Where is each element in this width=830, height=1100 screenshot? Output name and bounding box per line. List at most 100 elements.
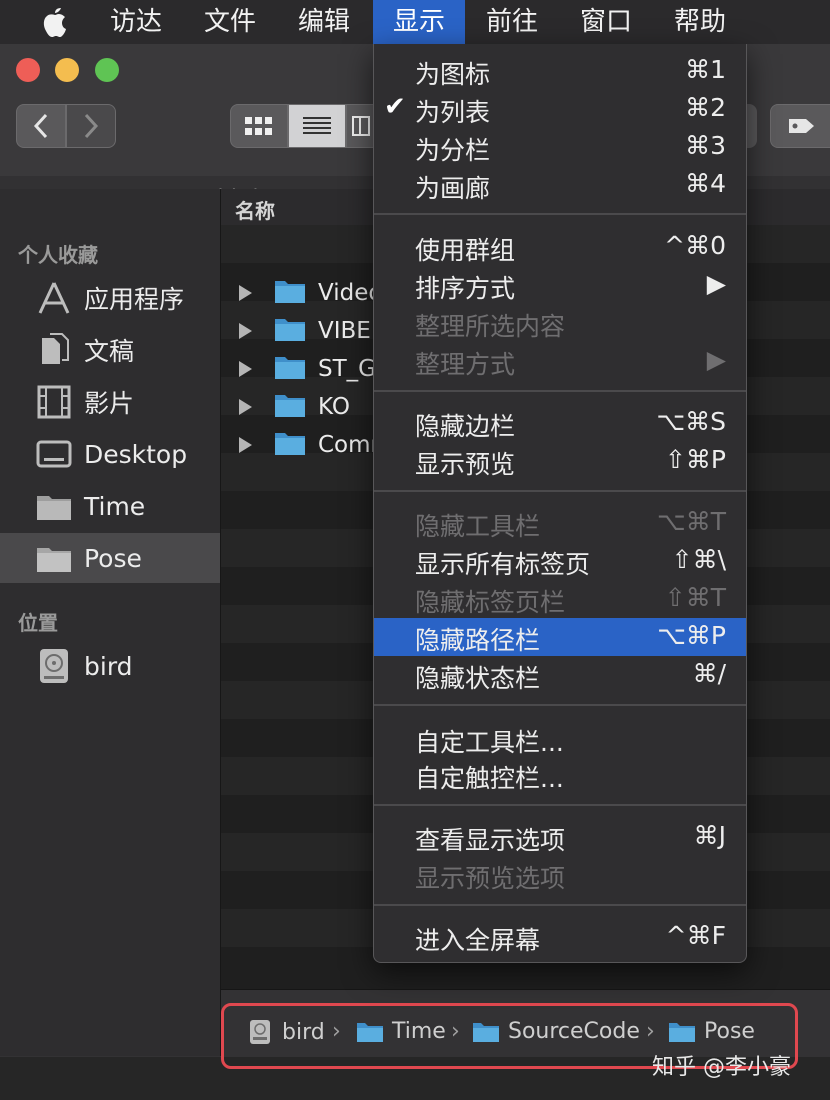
minimize-window-button[interactable] xyxy=(55,58,79,82)
menu-finder[interactable]: 访达 xyxy=(96,0,176,44)
menu-separator xyxy=(374,904,746,906)
menu-item-label: 进入全屏幕 xyxy=(415,926,541,955)
menu-item-shortcut: ⇧⌘\ xyxy=(671,545,726,574)
menu-edit[interactable]: 编辑 xyxy=(284,0,364,44)
menu-item-shortcut: ⌥⌘S xyxy=(656,407,726,436)
disclosure-triangle-icon[interactable] xyxy=(239,285,252,301)
menu-item-label: 为分栏 xyxy=(415,136,491,165)
menu-item-label: 为列表 xyxy=(415,98,491,127)
icon-view-button[interactable] xyxy=(230,104,288,148)
checkmark-icon: ✔ xyxy=(384,92,406,122)
hard-drive-icon xyxy=(34,646,74,686)
menu-bar: 访达 文件 编辑 显示 前往 窗口 帮助 xyxy=(0,0,830,44)
tags-button[interactable] xyxy=(770,104,830,148)
menu-item-label: 整理所选内容 xyxy=(415,312,566,341)
sidebar-item-label: Time xyxy=(84,491,146,521)
folder-icon xyxy=(274,316,306,346)
sidebar-item-bird[interactable]: bird xyxy=(0,641,220,691)
menu-item-label: 使用群组 xyxy=(415,236,516,265)
sidebar-item-documents[interactable]: 文稿 xyxy=(0,325,220,375)
menu-item-sort-by[interactable]: 排序方式 ▶ xyxy=(374,266,746,304)
menu-item-customize-toolbar[interactable]: 自定工具栏... xyxy=(374,720,746,758)
sidebar-item-pose[interactable]: Pose xyxy=(0,533,220,583)
folder-icon xyxy=(34,538,74,578)
menu-item-shortcut: ⌘1 xyxy=(685,55,726,84)
menu-item-clean-up-by: 整理方式 ▶ xyxy=(374,342,746,380)
sidebar: 个人收藏 应用程序 文稿 影片 Desktop Time Pose 位置 bir… xyxy=(0,189,221,989)
disclosure-triangle-icon[interactable] xyxy=(239,399,252,415)
sidebar-item-label: Desktop xyxy=(84,439,188,469)
folder-icon xyxy=(274,392,306,422)
menu-item-label: 为图标 xyxy=(415,60,491,89)
back-button[interactable] xyxy=(16,104,66,148)
menu-item-as-columns[interactable]: 为分栏 ⌘3 xyxy=(374,128,746,166)
menu-item-hide-sidebar[interactable]: 隐藏边栏 ⌥⌘S xyxy=(374,404,746,442)
menu-item-label: 查看显示选项 xyxy=(415,826,566,855)
menu-item-shortcut: ⌘J xyxy=(693,821,726,850)
menu-item-use-groups[interactable]: 使用群组 ^⌘0 xyxy=(374,228,746,266)
desktop-icon xyxy=(34,434,74,474)
chevron-left-icon xyxy=(33,113,48,139)
menu-item-label: 显示预览选项 xyxy=(415,864,566,893)
disclosure-triangle-icon[interactable] xyxy=(239,361,252,377)
sidebar-item-desktop[interactable]: Desktop xyxy=(0,429,220,479)
menu-item-as-gallery[interactable]: 为画廊 ⌘4 xyxy=(374,166,746,204)
sidebar-item-label: bird xyxy=(84,651,133,681)
file-name: ST_G xyxy=(318,356,376,382)
disclosure-triangle-icon[interactable] xyxy=(239,437,252,453)
menu-item-show-preview[interactable]: 显示预览 ⇧⌘P xyxy=(374,442,746,480)
locations-heading: 位置 xyxy=(18,611,58,635)
menu-item-hide-path-bar[interactable]: 隐藏路径栏 ⌥⌘P xyxy=(374,618,746,656)
sidebar-item-label: Pose xyxy=(84,543,142,573)
sidebar-item-movies[interactable]: 影片 xyxy=(0,377,220,427)
menu-item-shortcut: ^⌘0 xyxy=(664,231,726,260)
menu-item-hide-toolbar: 隐藏工具栏 ⌥⌘T xyxy=(374,504,746,542)
forward-button[interactable] xyxy=(66,104,116,148)
menu-item-show-preview-options: 显示预览选项 xyxy=(374,856,746,894)
file-name: KO xyxy=(318,394,350,420)
sidebar-item-label: 文稿 xyxy=(84,337,135,366)
movies-icon xyxy=(34,382,74,422)
close-window-button[interactable] xyxy=(16,58,40,82)
menu-separator xyxy=(374,704,746,706)
menu-view[interactable]: 显示 xyxy=(373,0,465,44)
menu-item-label: 自定工具栏... xyxy=(415,728,564,757)
menu-item-clean-up-selection: 整理所选内容 xyxy=(374,304,746,342)
menu-item-shortcut: ⌘2 xyxy=(685,93,726,122)
menu-go[interactable]: 前往 xyxy=(472,0,552,44)
menu-item-hide-tab-bar: 隐藏标签页栏 ⇧⌘T xyxy=(374,580,746,618)
grid-icon xyxy=(245,117,272,135)
menu-item-customize-touch-bar[interactable]: 自定触控栏... xyxy=(374,756,746,794)
sidebar-item-applications[interactable]: 应用程序 xyxy=(0,273,220,323)
menu-item-show-all-tabs[interactable]: 显示所有标签页 ⇧⌘\ xyxy=(374,542,746,580)
menu-item-shortcut: ⌘3 xyxy=(685,131,726,160)
zoom-window-button[interactable] xyxy=(95,58,119,82)
menu-item-shortcut: ⇧⌘T xyxy=(664,583,726,612)
menu-file[interactable]: 文件 xyxy=(190,0,270,44)
folder-icon xyxy=(274,278,306,308)
menu-item-enter-full-screen[interactable]: 进入全屏幕 ^⌘F xyxy=(374,918,746,956)
disclosure-triangle-icon[interactable] xyxy=(239,323,252,339)
sidebar-item-time[interactable]: Time xyxy=(0,481,220,531)
menu-item-show-view-options[interactable]: 查看显示选项 ⌘J xyxy=(374,818,746,856)
menu-item-shortcut: ⌘/ xyxy=(692,659,726,688)
menu-separator xyxy=(374,390,746,392)
list-view-button[interactable] xyxy=(288,104,346,148)
menu-item-hide-status-bar[interactable]: 隐藏状态栏 ⌘/ xyxy=(374,656,746,694)
menu-item-label: 自定触控栏... xyxy=(415,764,564,793)
folder-icon xyxy=(274,430,306,460)
menu-item-as-list[interactable]: ✔ 为列表 ⌘2 xyxy=(374,90,746,128)
menu-item-label: 整理方式 xyxy=(415,350,516,379)
menu-item-shortcut: ⌘4 xyxy=(685,169,726,198)
file-name: VIBE xyxy=(318,318,371,344)
apple-logo-icon[interactable] xyxy=(40,6,70,38)
columns-icon xyxy=(352,116,370,136)
column-view-button[interactable] xyxy=(346,104,376,148)
sidebar-footer xyxy=(0,989,221,1056)
menu-separator xyxy=(374,490,746,492)
tag-icon xyxy=(788,119,814,133)
menu-item-as-icons[interactable]: 为图标 ⌘1 xyxy=(374,52,746,90)
menu-help[interactable]: 帮助 xyxy=(660,0,740,44)
menu-item-label: 显示预览 xyxy=(415,450,516,479)
menu-window[interactable]: 窗口 xyxy=(566,0,646,44)
